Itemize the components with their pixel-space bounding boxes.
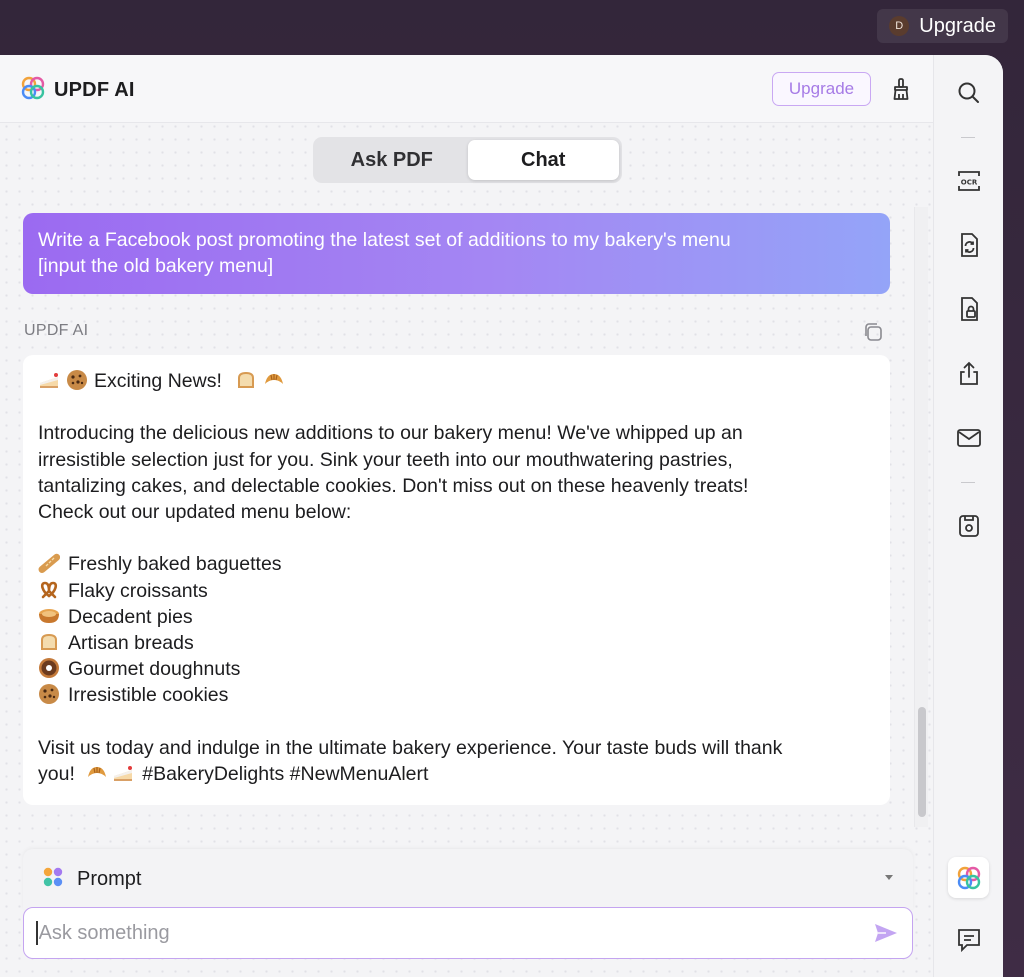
top-upgrade-button[interactable]: D Upgrade (877, 9, 1008, 43)
user-message-line: Write a Facebook post promoting the late… (38, 229, 731, 251)
menu-item: Decadent pies (38, 604, 875, 630)
chat-scrollbar[interactable] (914, 207, 928, 827)
share-icon[interactable] (955, 360, 983, 388)
menu-item: Irresistible cookies (38, 682, 875, 708)
panel-header: UPDF AI Upgrade (0, 55, 933, 123)
header-upgrade-button[interactable]: Upgrade (772, 72, 871, 106)
send-icon[interactable] (874, 922, 898, 944)
prompt-grid-icon (41, 865, 65, 894)
updf-ai-panel: UPDF AI Upgrade Ask PDF Chat Write a Fac… (0, 55, 1003, 977)
cake-icon (112, 762, 134, 784)
clear-chat-brush-icon[interactable] (888, 76, 914, 102)
user-message-bubble: Write a Facebook post promoting the late… (23, 213, 890, 294)
rail-divider (961, 137, 975, 138)
brand-name: UPDF AI (54, 79, 135, 101)
ask-input[interactable] (38, 921, 859, 945)
mode-tabs: Ask PDF Chat (313, 137, 622, 183)
menu-item: Flaky croissants (38, 578, 875, 604)
menu-item: Freshly baked baguettes (38, 551, 875, 577)
ai-closing-line: Visit us today and indulge in the ultima… (38, 736, 783, 759)
ai-intro-line: tantalizing cakes, and delectable cookie… (38, 474, 749, 497)
tool-rail: OCR (933, 55, 1003, 977)
svg-text:OCR: OCR (961, 179, 978, 187)
copy-icon[interactable] (862, 321, 884, 343)
prompt-selector[interactable]: Prompt (23, 849, 913, 909)
bread-icon (38, 631, 60, 653)
cake-icon (38, 369, 60, 391)
tab-chat[interactable]: Chat (467, 140, 619, 180)
ask-input-box[interactable] (23, 907, 913, 959)
comment-icon[interactable] (955, 926, 983, 954)
croissant-icon (263, 369, 285, 391)
ai-sender-label: UPDF AI (24, 322, 89, 339)
cookie-icon (38, 683, 60, 705)
baguette-icon (38, 552, 60, 574)
cookie-icon (66, 369, 88, 391)
ai-message-bubble: Exciting News! Introducing the delicious… (23, 355, 890, 805)
search-icon[interactable] (955, 79, 983, 107)
croissant-icon (86, 762, 108, 784)
ai-headline-line: Exciting News! (38, 368, 875, 394)
save-icon[interactable] (955, 512, 983, 540)
ai-intro-line: Introducing the delicious new additions … (38, 422, 743, 445)
chevron-down-icon (885, 875, 893, 880)
menu-item: Artisan breads (38, 630, 875, 656)
convert-icon[interactable] (955, 231, 983, 259)
ai-intro-line: Check out our updated menu below: (38, 501, 352, 523)
updf-ai-icon[interactable] (948, 857, 989, 898)
scrollbar-thumb[interactable] (918, 707, 926, 817)
hashtags: #BakeryDelights #NewMenuAlert (142, 763, 429, 785)
menu-item: Gourmet doughnuts (38, 656, 875, 682)
brand: UPDF AI (20, 75, 135, 106)
tab-ask-pdf[interactable]: Ask PDF (316, 140, 468, 180)
top-upgrade-label: Upgrade (919, 14, 996, 37)
user-message-line: [input the old bakery menu] (38, 255, 274, 277)
pretzel-icon (38, 579, 60, 601)
user-avatar[interactable]: D (889, 16, 910, 36)
text-cursor (36, 921, 38, 945)
bread-icon (235, 369, 257, 391)
doughnut-icon (38, 657, 60, 679)
ocr-icon[interactable]: OCR (955, 167, 983, 195)
ai-intro-line: irresistible selection just for you. Sin… (38, 448, 733, 471)
mail-icon[interactable] (955, 424, 983, 452)
chat-area: UPDF AI Upgrade Ask PDF Chat Write a Fac… (0, 55, 933, 977)
ai-closing-line: you! #BakeryDelights #NewMenuAlert (38, 762, 429, 785)
updf-logo-icon (20, 75, 46, 106)
prompt-label: Prompt (77, 867, 142, 890)
protect-icon[interactable] (955, 295, 983, 323)
ai-headline: Exciting News! (94, 370, 222, 392)
pie-icon (38, 605, 60, 627)
rail-divider (961, 482, 975, 483)
